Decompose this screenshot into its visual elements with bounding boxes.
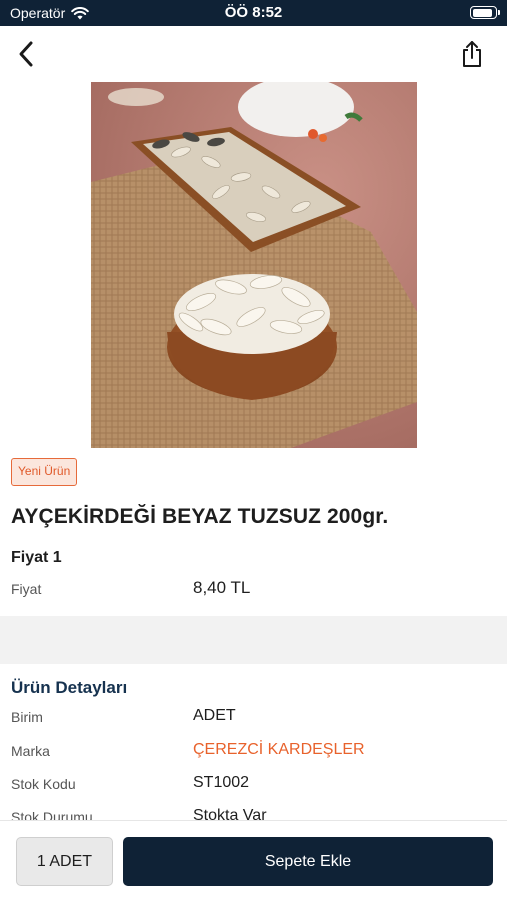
new-product-badge: Yeni Ürün (11, 458, 78, 486)
bottom-action-bar: 1 ADET Sepete Ekle (0, 820, 507, 900)
product-photo (91, 82, 417, 448)
share-button[interactable] (457, 38, 487, 70)
detail-label-stock-code: Stok Kodu (11, 776, 76, 792)
battery-level (472, 8, 492, 17)
price-value: 8,40 TL (193, 578, 251, 597)
product-image[interactable] (91, 82, 417, 448)
add-to-cart-button[interactable]: Sepete Ekle (123, 837, 493, 886)
price-section-title: Fiyat 1 (11, 549, 62, 566)
section-divider (0, 616, 507, 664)
detail-value-stock-code: ST1002 (193, 774, 250, 791)
battery-icon (470, 6, 500, 19)
product-title: AYÇEKİRDEĞİ BEYAZ TUZSUZ 200gr. (11, 505, 389, 528)
detail-value-brand-link[interactable]: ÇEREZCİ KARDEŞLER (193, 741, 365, 759)
quantity-button[interactable]: 1 ADET (16, 837, 113, 886)
detail-value-unit: ADET (193, 707, 236, 724)
share-icon (463, 41, 481, 67)
status-bar: Operatör ÖÖ 8:52 (0, 0, 507, 26)
detail-label-brand: Marka (11, 743, 50, 759)
back-button[interactable] (10, 38, 42, 70)
price-label: Fiyat (11, 581, 42, 597)
status-clock: ÖÖ 8:52 (224, 4, 283, 21)
details-title: Ürün Detayları (11, 678, 128, 697)
nav-bar (0, 26, 507, 82)
detail-label-unit: Birim (11, 709, 43, 725)
chevron-left-icon (19, 41, 33, 67)
